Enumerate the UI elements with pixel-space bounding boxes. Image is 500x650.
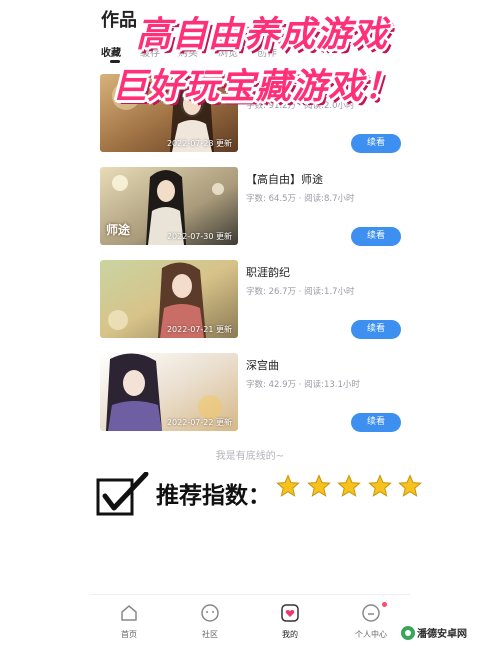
nav-label: 个人中心 — [355, 630, 387, 639]
star-icon — [337, 474, 362, 497]
recommend-label: 推荐指数： — [156, 483, 271, 509]
word-count: 字数: 26.7万 — [246, 287, 296, 297]
promo-banner-line2: 巨好玩宝藏游戏！ — [112, 67, 401, 107]
tab-favorites[interactable]: 收藏 — [101, 44, 121, 59]
read-time: 阅读:1.7小时 — [304, 287, 355, 297]
nav-profile[interactable]: 个人中心 — [347, 603, 395, 640]
word-count: 字数: 64.5万 — [246, 194, 296, 204]
continue-reading-button[interactable]: 续看 — [351, 413, 401, 432]
nav-my[interactable]: 我的 — [266, 603, 314, 640]
my-icon — [281, 604, 299, 622]
work-title: 深宫曲 — [246, 359, 279, 372]
rating-stars — [276, 474, 424, 502]
continue-reading-button[interactable]: 续看 — [351, 134, 401, 153]
star-icon — [367, 474, 392, 497]
watermark-logo-icon — [401, 626, 415, 640]
work-title: 【高自由】师途 — [246, 173, 323, 186]
promo-banner-line1: 高自由养成游戏 — [136, 15, 389, 55]
star-icon — [276, 474, 300, 497]
nav-label: 我的 — [282, 630, 298, 639]
home-icon — [121, 605, 137, 621]
community-icon — [201, 604, 219, 622]
word-count: 字数: 42.9万 — [246, 380, 296, 390]
watermark-text: 潘德安卓网 — [417, 629, 467, 640]
update-date: 2022-07-21 更新 — [166, 325, 232, 334]
page-title: 作品 — [101, 10, 137, 31]
nav-community[interactable]: 社区 — [186, 603, 234, 640]
bottom-nav: 首页 社区 我的 个人中心 — [90, 594, 410, 650]
work-meta: 字数: 26.7万 · 阅读:1.7小时 — [246, 285, 355, 297]
watermark: 潘德安卓网 — [397, 622, 495, 644]
star-icon — [398, 474, 423, 497]
cover-image[interactable]: 2022-07-22 更新 — [100, 353, 238, 431]
read-time: 阅读:13.1小时 — [304, 380, 360, 390]
nav-home[interactable]: 首页 — [105, 603, 153, 640]
work-meta: 字数: 42.9万 · 阅读:13.1小时 — [246, 378, 360, 390]
cover-image[interactable]: 2022-07-21 更新 — [100, 260, 238, 338]
continue-reading-button[interactable]: 续看 — [351, 227, 401, 246]
list-item[interactable]: 2022-07-21 更新 职涯韵纪 字数: 26.7万 · 阅读:1.7小时 … — [100, 260, 410, 340]
nav-label: 首页 — [121, 630, 137, 639]
profile-icon — [362, 604, 380, 622]
recommend-row: 推荐指数： — [96, 466, 423, 516]
continue-reading-button[interactable]: 续看 — [351, 320, 401, 339]
nav-label: 社区 — [202, 630, 218, 639]
list-item[interactable]: 师途 2022-07-30 更新 【高自由】师途 字数: 64.5万 · 阅读:… — [100, 167, 410, 247]
read-time: 阅读:8.7小时 — [304, 194, 355, 204]
cover-title: 师途 — [106, 223, 131, 237]
list-item[interactable]: 2022-07-22 更新 深宫曲 字数: 42.9万 · 阅读:13.1小时 … — [100, 353, 410, 433]
update-date: 2022-07-28 更新 — [166, 139, 232, 148]
update-date: 2022-07-22 更新 — [166, 418, 232, 427]
work-title: 职涯韵纪 — [246, 266, 290, 279]
star-icon — [306, 474, 331, 497]
notification-dot — [382, 602, 387, 607]
update-date: 2022-07-30 更新 — [166, 232, 232, 241]
work-meta: 字数: 64.5万 · 阅读:8.7小时 — [246, 192, 355, 204]
cover-image[interactable]: 师途 2022-07-30 更新 — [100, 167, 238, 245]
list-end-note: 我是有底线的~ — [215, 451, 285, 462]
checkbox-checked-icon — [96, 471, 152, 522]
